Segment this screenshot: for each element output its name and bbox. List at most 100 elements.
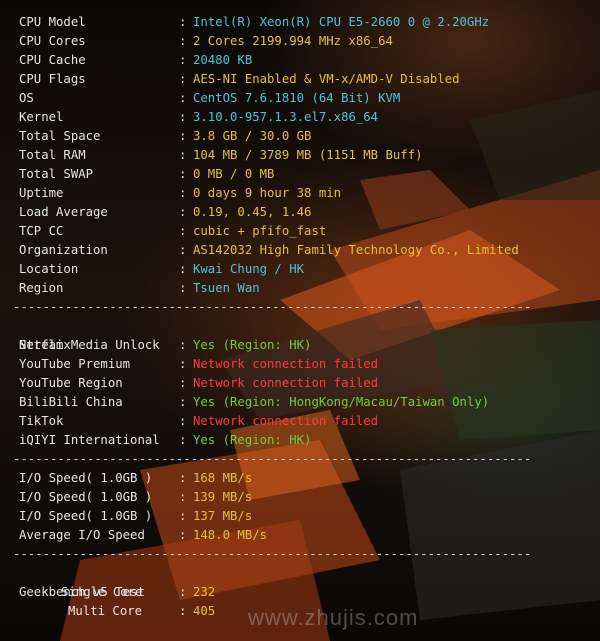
row-separator: : <box>179 414 187 428</box>
info-row: I/O Speed( 1.0GB ):139 MB/s <box>13 488 600 507</box>
info-row: TikTok: Network connection failed <box>13 412 600 431</box>
row-label: TikTok <box>19 414 64 428</box>
row-separator: : <box>179 604 187 618</box>
row-value: AS142032 High Family Technology Co., Lim… <box>193 243 519 257</box>
row-label: CPU Cache <box>19 53 86 67</box>
row-label: CPU Cores <box>19 34 86 48</box>
section-divider: ----------------------------------------… <box>13 452 532 466</box>
row-label: Load Average <box>19 205 108 219</box>
row-value: 168 MB/s <box>193 471 253 485</box>
row-value: 148.0 MB/s <box>193 528 268 542</box>
info-row: Location: Kwai Chung / HK <box>13 260 600 279</box>
row-label: iQIYI International <box>19 433 160 447</box>
row-separator: : <box>179 205 187 219</box>
row-label: Single Core <box>61 585 143 599</box>
row-separator: : <box>179 91 187 105</box>
row-separator: : <box>179 53 187 67</box>
row-label: YouTube Premium <box>19 357 131 371</box>
info-row: I/O Speed( 1.0GB ):137 MB/s <box>13 507 600 526</box>
row-label: I/O Speed( 1.0GB ) <box>19 471 153 485</box>
row-label: YouTube Region <box>19 376 123 390</box>
row-label: I/O Speed( 1.0GB ) <box>19 509 153 523</box>
info-row: CPU Cache:20480 KB <box>13 51 600 70</box>
row-label: TCP CC <box>19 224 64 238</box>
row-label: Region <box>19 281 64 295</box>
row-value: AES-NI Enabled & VM-x/AMD-V Disabled <box>193 72 460 86</box>
info-row: Netflix: Yes (Region: HK) <box>13 336 600 355</box>
terminal-output: CPU Model: Intel(R) Xeon(R) CPU E5-2660 0… <box>0 0 600 621</box>
row-label: CPU Model <box>19 15 86 29</box>
row-value: 3.8 GB / 30.0 GB <box>193 129 312 143</box>
watermark: www.zhujis.com <box>248 605 419 630</box>
info-row: Organization: AS142032 High Family Techno… <box>13 241 600 260</box>
info-row: Region: Tsuen Wan <box>13 279 600 298</box>
row-label: Kernel <box>19 110 64 124</box>
row-separator: : <box>179 471 187 485</box>
row-label: Uptime <box>19 186 64 200</box>
row-value: 139 MB/s <box>193 490 253 504</box>
row-label: CPU Flags <box>19 72 86 86</box>
info-row: TCP CC: cubic + pfifo_fast <box>13 222 600 241</box>
row-value: 232 <box>193 585 216 599</box>
row-value: Yes (Region: HongKong/Macau/Taiwan Only) <box>193 395 490 409</box>
row-value: 20480 KB <box>193 53 253 67</box>
row-separator: : <box>179 224 187 238</box>
row-label: BiliBili China <box>19 395 123 409</box>
row-label: I/O Speed( 1.0GB ) <box>19 490 153 504</box>
row-label: Multi Core <box>68 604 143 618</box>
row-label: Total SWAP <box>19 167 94 181</box>
row-separator: : <box>179 357 187 371</box>
row-separator: : <box>179 110 187 124</box>
row-value: Tsuen Wan <box>193 281 260 295</box>
info-row: CPU Cores:2 Cores 2199.994 MHz x86_64 <box>13 32 600 51</box>
row-separator: : <box>179 585 187 599</box>
row-separator: : <box>179 433 187 447</box>
info-row: I/O Speed( 1.0GB ):168 MB/s <box>13 469 600 488</box>
row-value: 0 MB / 0 MB <box>193 167 275 181</box>
info-row: Single Core:232 <box>13 583 600 602</box>
info-row: Kernel:3.10.0-957.1.3.el7.x86_64 <box>13 108 600 127</box>
info-row: Total RAM:104 MB / 3789 MB (1151 MB Buff… <box>13 146 600 165</box>
row-label: Location <box>19 262 79 276</box>
row-value: Intel(R) Xeon(R) CPU E5-2660 0 @ 2.20GHz <box>193 15 490 29</box>
info-row: YouTube Premium: Network connection faile… <box>13 355 600 374</box>
row-separator: : <box>179 281 187 295</box>
row-value: Yes (Region: HK) <box>193 433 312 447</box>
row-separator: : <box>179 167 187 181</box>
row-value: 405 <box>193 604 216 618</box>
row-separator: : <box>179 129 187 143</box>
row-separator: : <box>179 490 187 504</box>
row-value: 137 MB/s <box>193 509 253 523</box>
geekbench-header-row: Geekbench v5 Test : <box>19 585 187 618</box>
row-separator: : <box>179 243 187 257</box>
row-separator: : <box>179 509 187 523</box>
row-value: Network connection failed <box>193 376 379 390</box>
row-separator: : <box>179 186 187 200</box>
section-divider: ----------------------------------------… <box>13 547 532 561</box>
row-separator: : <box>179 528 187 542</box>
info-row: OS: CentOS 7.6.1810 (64 Bit) KVM <box>13 89 600 108</box>
row-label: Total RAM <box>19 148 86 162</box>
section-divider: ----------------------------------------… <box>13 300 532 314</box>
row-separator: : <box>179 15 187 29</box>
row-value: 2 Cores 2199.994 MHz x86_64 <box>193 34 393 48</box>
row-value: 0.19, 0.45, 1.46 <box>193 205 312 219</box>
row-label: Organization <box>19 243 108 257</box>
row-value: 3.10.0-957.1.3.el7.x86_64 <box>193 110 379 124</box>
row-separator: : <box>179 72 187 86</box>
info-row: Total Space:3.8 GB / 30.0 GB <box>13 127 600 146</box>
row-value: 0 days 9 hour 38 min <box>193 186 342 200</box>
row-label: Average I/O Speed <box>19 528 145 542</box>
info-row: Uptime:0 days 9 hour 38 min <box>13 184 600 203</box>
row-separator: : <box>179 262 187 276</box>
info-row: Average I/O Speed:148.0 MB/s <box>13 526 600 545</box>
row-value: Yes (Region: HK) <box>193 338 312 352</box>
row-value: cubic + pfifo_fast <box>193 224 327 238</box>
info-row: YouTube Region: Network connection failed <box>13 374 600 393</box>
row-separator: : <box>179 148 187 162</box>
row-label: OS <box>19 91 34 105</box>
info-row: Total SWAP:0 MB / 0 MB <box>13 165 600 184</box>
row-label: Netflix <box>19 338 71 352</box>
info-row: CPU Flags: AES-NI Enabled & VM-x/AMD-V Di… <box>13 70 600 89</box>
row-value: Kwai Chung / HK <box>193 262 305 276</box>
